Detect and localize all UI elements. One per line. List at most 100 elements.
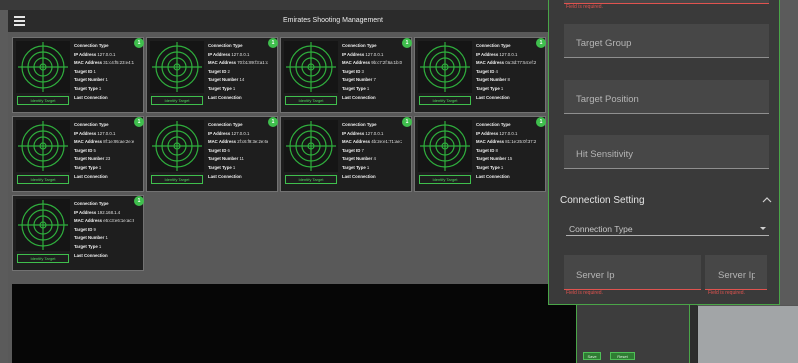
connection-type-label: Connection Type <box>74 201 109 206</box>
ip-address-value: 127.0.0.1 <box>365 51 384 57</box>
target-card[interactable]: Identify Target 1 Connection Type IP Addres… <box>12 195 144 271</box>
target-card[interactable]: Identify Target 1 Connection Type IP Addres… <box>280 37 412 113</box>
hit-sensitivity-field[interactable] <box>564 135 769 169</box>
target-number-value: 15 <box>507 156 513 162</box>
ip-address-value: 127.0.0.1 <box>365 130 384 136</box>
mac-address-value: 8f:1e:95:ae:2e:e7 <box>103 139 134 145</box>
target-settings-panel: Field is required. Connection Setting Co… <box>548 0 780 305</box>
target-icon <box>16 120 70 172</box>
mac-address-row: MAC Address 81:1e:25:0f:37:28 <box>476 138 536 147</box>
target-id-label: Target ID <box>74 68 93 74</box>
target-number-label: Target Number <box>74 235 105 241</box>
target-number-row: Target Number 15 <box>476 155 536 164</box>
target-id-value: 8 <box>495 147 498 153</box>
mac-address-label: MAC Address <box>342 139 371 145</box>
target-info: Connection Type IP Address 127.0.0.1 MAC A… <box>476 42 536 102</box>
mac-address-row: MAC Address 4b:2e:e1:71:ae:29 <box>342 138 402 147</box>
target-id-row: Target ID 2 <box>208 68 268 77</box>
target-id-row: Target ID 9 <box>74 226 134 235</box>
ip-address-label: IP Address <box>476 51 499 57</box>
target-info: Connection Type IP Address 127.0.0.1 MAC A… <box>74 121 134 181</box>
target-id-row: Target ID 4 <box>476 68 536 77</box>
target-card[interactable]: Identify Target 1 Connection Type IP Addres… <box>146 116 278 192</box>
target-group-field[interactable] <box>564 24 769 58</box>
identify-target-button[interactable]: Identify Target <box>419 175 471 184</box>
connection-type-placeholder: Connection Type <box>569 224 633 234</box>
target-number-label: Target Number <box>476 156 507 162</box>
identify-target-button[interactable]: Identify Target <box>151 175 203 184</box>
mac-address-label: MAC Address <box>208 139 237 145</box>
connection-type-label: Connection Type <box>476 43 511 48</box>
ip-address-row: IP Address 127.0.0.1 <box>208 130 268 139</box>
server-ip-secondary-field[interactable] <box>705 255 767 290</box>
mac-address-row: MAC Address 70:b1:89:f3:a1:c2 <box>208 59 268 68</box>
target-type-label: Target Type <box>476 85 500 91</box>
ip-address-label: IP Address <box>74 51 97 57</box>
target-position-field[interactable] <box>564 80 769 114</box>
target-id-row: Target ID 8 <box>476 147 536 156</box>
chevron-up-icon[interactable] <box>762 196 772 204</box>
ip-address-row: IP Address 127.0.0.1 <box>208 51 268 60</box>
target-icon <box>284 41 338 93</box>
target-id-value: 7 <box>361 147 364 153</box>
last-connection-row: Last Connection <box>476 173 536 182</box>
identify-target-button[interactable]: Identify Target <box>151 96 203 105</box>
identify-target-button[interactable]: Identify Target <box>17 96 69 105</box>
target-card[interactable]: Identify Target 1 Connection Type IP Addres… <box>280 116 412 192</box>
target-card[interactable]: Identify Target 1 Connection Type IP Addres… <box>12 116 144 192</box>
target-number-value: 1 <box>105 235 108 241</box>
connection-type-select[interactable]: Connection Type <box>566 222 769 236</box>
mac-address-row: MAC Address 31:c4:f5:23:e4:1a <box>74 59 134 68</box>
identify-target-button[interactable]: Identify Target <box>285 175 337 184</box>
target-id-value: 3 <box>361 68 364 74</box>
target-number-value: 23 <box>105 156 111 162</box>
status-badge: 1 <box>402 117 412 127</box>
target-icon <box>16 199 70 251</box>
target-info: Connection Type IP Address 127.0.0.1 MAC A… <box>476 121 536 181</box>
target-icon <box>16 41 70 93</box>
target-number-value: 14 <box>239 77 245 83</box>
target-id-value: 1 <box>93 68 96 74</box>
mac-address-label: MAC Address <box>74 139 103 145</box>
target-info: Connection Type IP Address 127.0.0.1 MAC A… <box>342 121 402 181</box>
mac-address-label: MAC Address <box>476 60 505 66</box>
identify-target-button[interactable]: Identify Target <box>285 96 337 105</box>
connection-type-row: Connection Type <box>74 200 134 209</box>
target-type-value: 1 <box>232 85 236 91</box>
target-card[interactable]: Identify Target 1 Connection Type IP Addres… <box>414 37 546 113</box>
last-connection-label: Last Connection <box>74 173 108 179</box>
target-crosshair-icon <box>420 121 470 171</box>
connection-type-row: Connection Type <box>342 121 402 130</box>
target-card[interactable]: Identify Target 1 Connection Type IP Addres… <box>146 37 278 113</box>
target-card[interactable]: Identify Target 1 Connection Type IP Addres… <box>12 37 144 113</box>
identify-target-button[interactable]: Identify Target <box>17 254 69 263</box>
ip-address-row: IP Address 127.0.0.1 <box>342 51 402 60</box>
mac-address-row: MAC Address 8f:1e:95:ae:2e:e7 <box>74 138 134 147</box>
reset-button[interactable]: Reset <box>610 352 635 360</box>
connection-type-label: Connection Type <box>342 122 377 127</box>
target-number-row: Target Number 1 <box>74 234 134 243</box>
ip-address-value: 192.168.1.4 <box>97 209 121 215</box>
identify-target-button[interactable]: Identify Target <box>17 175 69 184</box>
target-number-row: Target Number 8 <box>476 76 536 85</box>
last-connection-label: Last Connection <box>74 252 108 258</box>
target-type-value: 1 <box>98 164 102 170</box>
save-button[interactable]: Save <box>583 352 601 360</box>
target-id-label: Target ID <box>476 68 495 74</box>
target-crosshair-icon <box>18 42 68 92</box>
ip-address-value: 127.0.0.1 <box>231 51 250 57</box>
target-info: Connection Type IP Address 127.0.0.1 MAC A… <box>342 42 402 102</box>
ip-address-value: 127.0.0.1 <box>499 51 518 57</box>
ip-address-label: IP Address <box>74 130 97 136</box>
server-ip-field[interactable] <box>564 255 701 290</box>
target-card[interactable]: Identify Target 1 Connection Type IP Addres… <box>414 116 546 192</box>
target-id-label: Target ID <box>208 147 227 153</box>
ip-address-label: IP Address <box>208 51 231 57</box>
last-connection-label: Last Connection <box>74 94 108 100</box>
ip-address-row: IP Address 127.0.0.1 <box>342 130 402 139</box>
target-type-label: Target Type <box>74 164 98 170</box>
identify-target-button[interactable]: Identify Target <box>419 96 471 105</box>
last-connection-label: Last Connection <box>208 173 242 179</box>
target-number-value: 4 <box>373 156 376 162</box>
mac-address-row: MAC Address 9b:c7:2f:6a:1b:0e <box>342 59 402 68</box>
